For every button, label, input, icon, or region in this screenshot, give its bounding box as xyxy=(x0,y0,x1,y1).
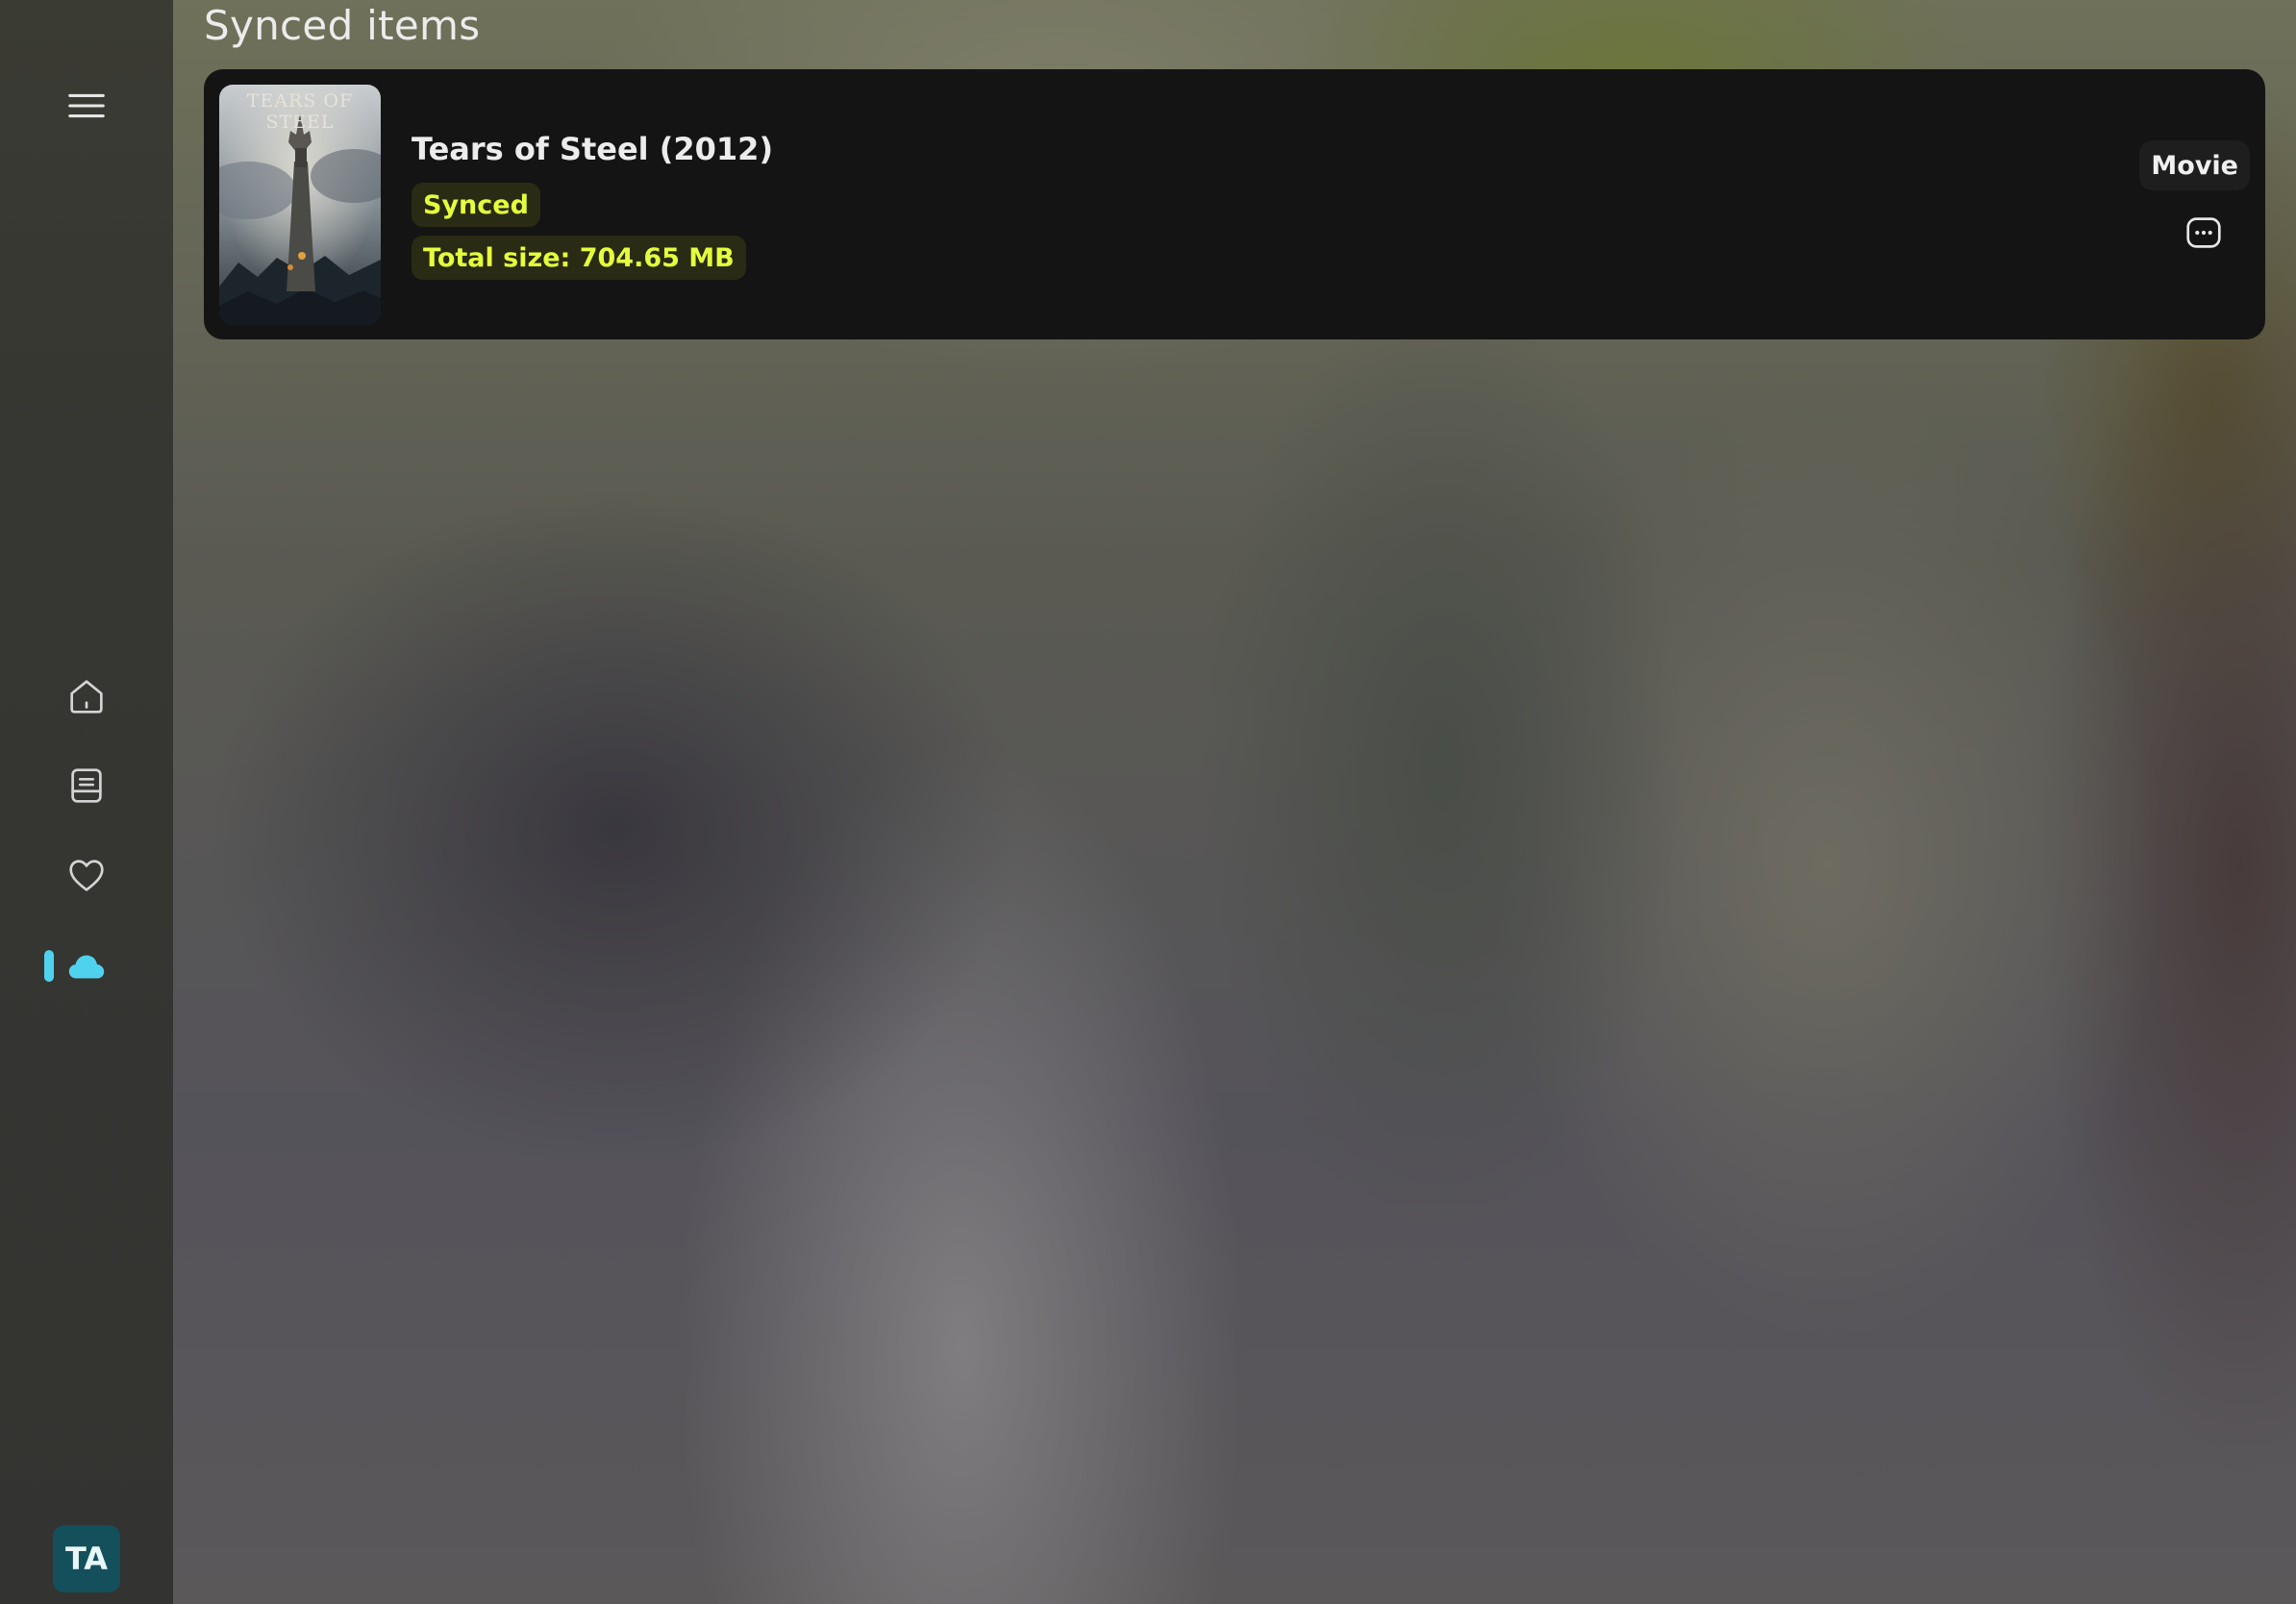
size-badge: Total size: 704.65 MB xyxy=(412,236,746,280)
home-icon xyxy=(70,680,103,714)
item-title[interactable]: Tears of Steel (2012) xyxy=(412,131,773,167)
synced-item-card[interactable]: TEARS OF STEEL Tears of Steel (2012) Syn… xyxy=(204,69,2265,339)
sidebar-item-library[interactable] xyxy=(58,757,115,815)
type-badge: Movie xyxy=(2139,140,2250,190)
cloud-icon xyxy=(68,955,105,979)
sidebar: TA xyxy=(0,0,173,1604)
library-icon xyxy=(71,768,102,803)
avatar-initials: TA xyxy=(64,1541,109,1577)
menu-button[interactable] xyxy=(58,77,115,135)
status-badge: Synced xyxy=(412,183,540,227)
more-options-icon xyxy=(2186,217,2221,248)
hamburger-menu-icon xyxy=(68,93,105,118)
more-options-button[interactable] xyxy=(2181,210,2227,256)
page-title: Synced items xyxy=(204,2,481,49)
sidebar-item-favorites[interactable] xyxy=(58,846,115,904)
sidebar-item-synced[interactable] xyxy=(58,937,115,994)
poster-title-text: TEARS OF STEEL xyxy=(246,90,354,133)
sidebar-item-home[interactable] xyxy=(58,667,115,725)
poster-image[interactable]: TEARS OF STEEL xyxy=(219,85,381,325)
active-indicator xyxy=(44,950,54,982)
avatar[interactable]: TA xyxy=(53,1525,120,1592)
heart-icon xyxy=(69,860,104,891)
